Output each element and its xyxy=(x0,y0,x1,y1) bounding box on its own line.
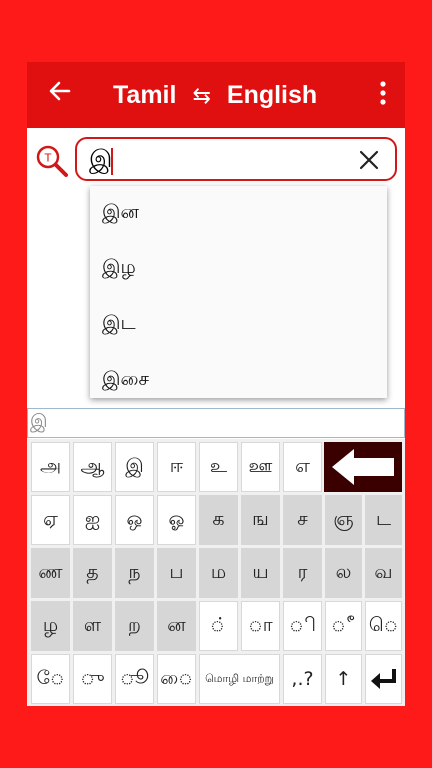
target-language[interactable]: English xyxy=(227,81,317,110)
key[interactable]: ◌் xyxy=(199,601,238,651)
key[interactable]: ண xyxy=(31,548,70,598)
svg-text:T: T xyxy=(44,152,52,165)
app-bar: Tamil ⇆ English xyxy=(27,62,405,128)
key[interactable]: ஊ xyxy=(241,442,280,492)
search-input-text[interactable]: இ xyxy=(89,145,112,176)
tamil-keyboard: அ ஆ இ ஈ உ ஊ எ ஏ ஐ ஒ ஓ க ங ச ஞ ட ண த ந ப … xyxy=(27,439,405,706)
preview-text: இ xyxy=(30,411,48,432)
key[interactable]: ◌ே xyxy=(31,654,70,704)
key[interactable]: ற xyxy=(115,601,154,651)
key[interactable]: ர xyxy=(283,548,322,598)
text-caret xyxy=(111,148,113,175)
suggestion-item[interactable]: இசை xyxy=(90,352,387,398)
back-arrow-icon[interactable] xyxy=(47,78,73,104)
key[interactable]: ச xyxy=(283,495,322,545)
clear-icon[interactable] xyxy=(359,150,379,170)
backspace-arrow-icon xyxy=(332,449,394,485)
key[interactable]: ◌ீ xyxy=(325,601,362,651)
key[interactable]: க xyxy=(199,495,238,545)
key[interactable]: ன xyxy=(157,601,196,651)
key[interactable]: ள xyxy=(73,601,112,651)
suggestions-dropdown: இன இழ இட இசை xyxy=(90,186,387,398)
shift-key[interactable]: ↑ xyxy=(325,654,362,704)
key[interactable]: ஈ xyxy=(157,442,196,492)
search-magnifier-icon: T xyxy=(36,145,68,177)
key[interactable]: ம xyxy=(199,548,238,598)
key[interactable]: ப xyxy=(157,548,196,598)
key[interactable]: அ xyxy=(31,442,70,492)
key[interactable]: ல xyxy=(325,548,362,598)
key[interactable]: எ xyxy=(283,442,322,492)
key[interactable]: ◌ெ xyxy=(365,601,402,651)
enter-key[interactable] xyxy=(365,654,402,704)
key[interactable]: ◌ி xyxy=(283,601,322,651)
suggestion-item[interactable]: இழ xyxy=(90,240,387,296)
swap-icon[interactable]: ⇆ xyxy=(192,83,210,109)
key[interactable]: ◌ூ xyxy=(115,654,154,704)
key[interactable]: ஒ xyxy=(115,495,154,545)
keyboard-input-preview[interactable]: இ xyxy=(27,408,405,438)
key[interactable]: ◌ு xyxy=(73,654,112,704)
language-switch-key[interactable]: மொழி மாற்று xyxy=(199,654,280,704)
key[interactable]: ழ xyxy=(31,601,70,651)
key[interactable]: ◌ா xyxy=(241,601,280,651)
suggestion-item[interactable]: இட xyxy=(90,296,387,352)
key[interactable]: ஞ xyxy=(325,495,362,545)
key[interactable]: த xyxy=(73,548,112,598)
key[interactable]: உ xyxy=(199,442,238,492)
language-pair[interactable]: Tamil ⇆ English xyxy=(113,81,317,110)
key[interactable]: ங xyxy=(241,495,280,545)
key[interactable]: வ xyxy=(365,548,402,598)
key[interactable]: ஐ xyxy=(73,495,112,545)
punctuation-key[interactable]: ,.? xyxy=(283,654,322,704)
key[interactable]: இ xyxy=(115,442,154,492)
key[interactable]: ட xyxy=(365,495,402,545)
backspace-key[interactable] xyxy=(324,442,402,492)
key[interactable]: ◌ை xyxy=(157,654,196,704)
key[interactable]: ஏ xyxy=(31,495,70,545)
more-options-icon[interactable] xyxy=(379,80,387,106)
source-language[interactable]: Tamil xyxy=(113,81,176,110)
key[interactable]: ஆ xyxy=(73,442,112,492)
key[interactable]: ந xyxy=(115,548,154,598)
search-field[interactable]: இ xyxy=(75,137,397,181)
suggestion-item[interactable]: இன xyxy=(90,186,387,240)
key[interactable]: ஓ xyxy=(157,495,196,545)
app-frame: Tamil ⇆ English T இ இன இழ இட இசை இ அ ஆ இ xyxy=(27,62,405,706)
enter-icon xyxy=(370,669,396,689)
key[interactable]: ய xyxy=(241,548,280,598)
